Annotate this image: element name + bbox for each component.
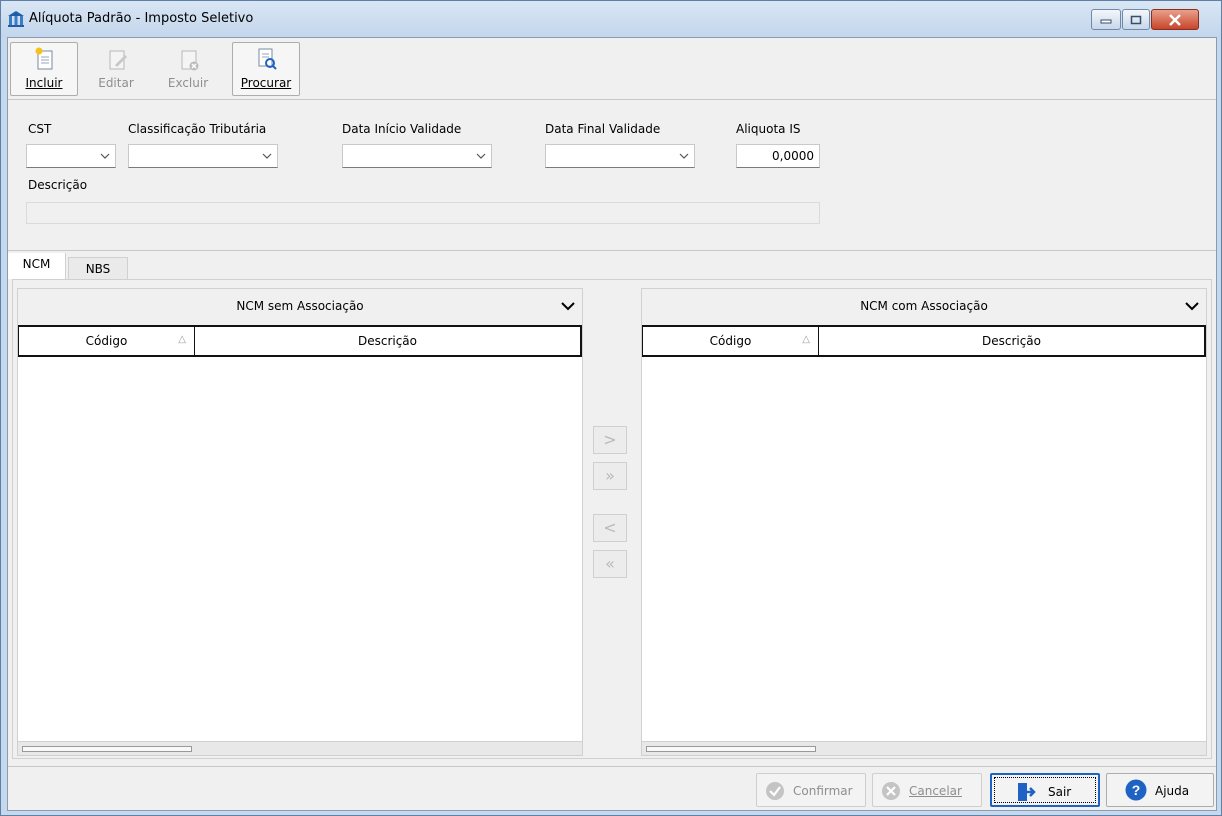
grid-header: Código △ Descrição [18,325,582,357]
scrollbar-thumb[interactable] [22,746,192,752]
aliquota-input[interactable]: 0,0000 [736,144,820,168]
descricao-label: Descrição [28,178,88,192]
column-label: Código [85,334,128,348]
excluir-label: Excluir [167,76,209,90]
chevron-down-icon [100,153,110,159]
aliquota-label: Aliquota IS [736,122,801,136]
data-inicio-picker[interactable] [342,144,492,168]
svg-text:?: ? [1132,782,1141,798]
horizontal-scrollbar[interactable] [642,741,1206,755]
ncm-sem-associacao-panel: NCM sem Associação Código △ Descrição [17,288,583,756]
column-header-descricao[interactable]: Descrição [195,327,580,355]
form-separator [8,250,1216,251]
descricao-field[interactable] [26,202,820,224]
check-circle-icon [766,782,784,800]
column-label: Descrição [981,334,1042,348]
scrollbar-thumb[interactable] [646,746,816,752]
column-header-codigo[interactable]: Código △ [643,327,819,355]
excluir-button[interactable]: Excluir [154,42,222,96]
panel-header: NCM sem Associação [18,289,582,325]
delete-document-icon [181,50,199,71]
client-area: Incluir Editar Excluir Procurar CST Clas… [7,37,1217,811]
sort-ascending-icon: △ [178,334,186,345]
classificacao-combo[interactable] [128,144,278,168]
data-final-label: Data Final Validade [545,122,661,136]
cancelar-label: Cancelar [909,784,962,798]
panel-title: NCM com Associação [860,299,988,313]
cst-combo[interactable] [26,144,116,168]
confirmar-button[interactable]: Confirmar [756,773,866,807]
minimize-icon [1100,19,1112,23]
maximize-icon [1130,15,1142,24]
incluir-button[interactable]: Incluir [10,42,78,96]
move-all-right-button[interactable]: » [593,462,627,490]
help-icon: ? [1125,779,1147,801]
move-right-button[interactable]: > [593,426,627,454]
data-inicio-label: Data Início Validade [342,122,462,136]
ajuda-label: Ajuda [1155,784,1190,798]
tab-ncm[interactable]: NCM [8,253,66,279]
chevron-down-icon[interactable] [1184,299,1200,313]
sair-button[interactable]: Sair [990,773,1100,807]
cst-label: CST [28,122,52,136]
edit-document-icon [109,50,127,70]
toolbar: Incluir Editar Excluir Procurar [8,38,1216,100]
minimize-button[interactable] [1091,9,1121,30]
confirmar-label: Confirmar [793,784,853,798]
grid-header: Código △ Descrição [642,325,1206,357]
classificacao-label: Classificação Tributária [128,122,267,136]
panel-header: NCM com Associação [642,289,1206,325]
window-title: Alíquota Padrão - Imposto Seletivo [29,11,254,26]
search-document-icon [258,48,277,70]
panel-title: NCM sem Associação [236,299,364,313]
column-label: Descrição [357,334,418,348]
editar-button[interactable]: Editar [82,42,150,96]
sair-label: Sair [1048,785,1072,799]
cancelar-button[interactable]: Cancelar [872,773,982,807]
procurar-label: Procurar [240,76,292,90]
chevron-down-icon [262,153,272,159]
horizontal-scrollbar[interactable] [18,741,582,755]
close-icon [1169,13,1181,26]
data-final-picker[interactable] [545,144,695,168]
focus-rectangle [994,777,1096,803]
building-icon [8,11,24,27]
chevron-down-icon [476,153,486,159]
chevron-down-icon [679,153,689,159]
title-bar[interactable]: Alíquota Padrão - Imposto Seletivo [1,1,1221,37]
tab-content-ncm: NCM sem Associação Código △ Descrição > … [12,279,1212,759]
app-window: Alíquota Padrão - Imposto Seletivo Inclu… [0,0,1222,816]
sort-ascending-icon: △ [802,334,810,345]
column-label: Código [709,334,752,348]
exit-door-icon [1018,783,1036,801]
new-document-icon [35,47,53,70]
move-buttons: > » < « [579,288,637,756]
close-button[interactable] [1151,9,1199,30]
footer-separator [8,766,1216,767]
ncm-com-associacao-panel: NCM com Associação Código △ Descrição [641,288,1207,756]
column-header-descricao[interactable]: Descrição [819,327,1204,355]
procurar-button[interactable]: Procurar [232,42,300,96]
maximize-button[interactable] [1122,9,1150,30]
tab-nbs[interactable]: NBS [68,257,128,279]
editar-label: Editar [98,76,134,90]
incluir-label: Incluir [25,76,63,90]
move-all-left-button[interactable]: « [593,550,627,578]
cancel-circle-icon [882,782,900,800]
column-header-codigo[interactable]: Código △ [19,327,195,355]
chevron-down-icon[interactable] [560,299,576,313]
ajuda-button[interactable]: ? Ajuda [1106,773,1214,807]
move-left-button[interactable]: < [593,514,627,542]
